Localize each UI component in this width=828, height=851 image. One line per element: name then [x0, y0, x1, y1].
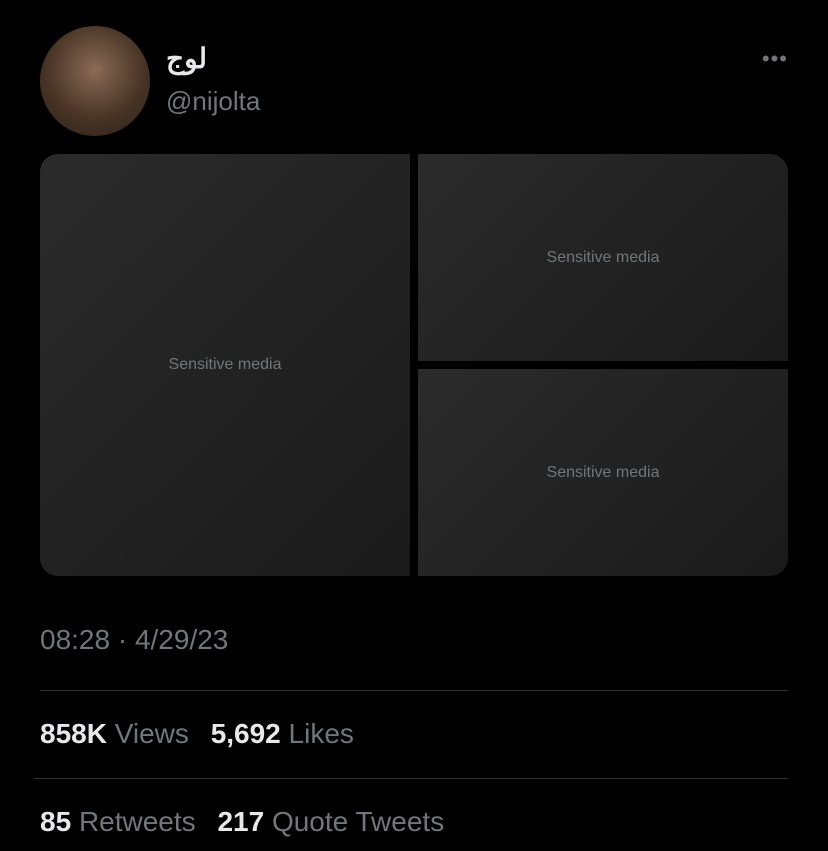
media-tile[interactable]: Sensitive media	[418, 154, 788, 361]
quotes-count: 217	[217, 806, 265, 837]
retweets-stat[interactable]: 85 Retweets	[40, 806, 210, 837]
likes-stat[interactable]: 5,692 Likes	[211, 718, 368, 749]
media-tile[interactable]: Sensitive media	[40, 154, 410, 576]
tweet-timestamp[interactable]: 08:28 · 4/29/23	[40, 624, 228, 656]
divider	[40, 690, 788, 691]
divider	[34, 778, 788, 779]
views-count: 858K	[40, 718, 107, 749]
user-handle[interactable]: @nijolta	[166, 86, 260, 117]
likes-label: Likes	[288, 718, 354, 749]
engagement-row-views-likes: 858K Views 5,692 Likes	[40, 718, 368, 750]
views-label: Views	[114, 718, 189, 749]
quotes-label: Quote Tweets	[271, 806, 445, 837]
avatar[interactable]	[40, 26, 150, 136]
media-tile[interactable]: Sensitive media	[418, 369, 788, 576]
media-grid: Sensitive media Sensitive media Sensitiv…	[40, 154, 788, 576]
views-stat[interactable]: 858K Views	[40, 718, 203, 749]
retweets-count: 85	[40, 806, 72, 837]
quotes-stat[interactable]: 217 Quote Tweets	[217, 806, 458, 837]
engagement-row-retweets-quotes: 85 Retweets 217 Quote Tweets	[40, 806, 458, 838]
retweets-label: Retweets	[78, 806, 196, 837]
display-name[interactable]: لوج	[166, 42, 207, 75]
more-horizontal-icon[interactable]: •••	[762, 46, 788, 72]
likes-count: 5,692	[210, 718, 281, 749]
